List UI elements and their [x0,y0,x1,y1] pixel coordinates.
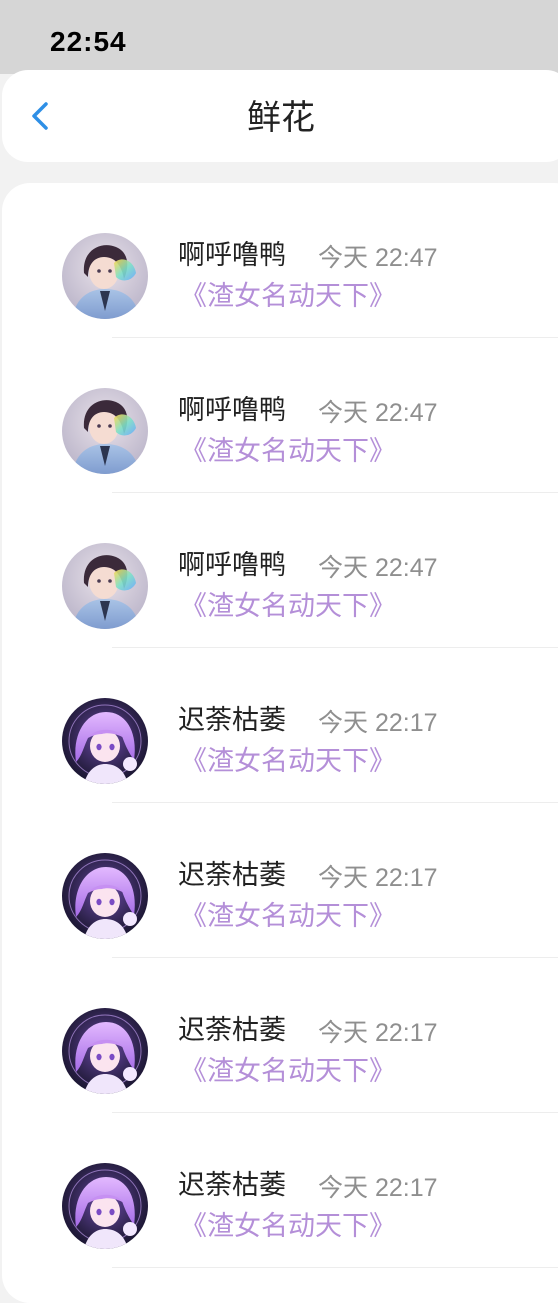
user-name[interactable]: 啊呼噜鸭 [178,395,286,427]
avatar[interactable] [62,1163,148,1249]
timestamp: 今天 22:47 [318,399,438,427]
user-name[interactable]: 迟荼枯萎 [178,860,286,892]
avatar[interactable] [62,233,148,319]
book-title-link[interactable]: 《渣女名动天下》 [180,591,396,623]
book-title-link[interactable]: 《渣女名动天下》 [180,1211,396,1243]
list-item[interactable]: 啊呼噜鸭 今天 22:47 《渣女名动天下》 [2,493,558,648]
list-item[interactable]: 啊呼噜鸭 今天 22:47 《渣女名动天下》 [2,183,558,338]
flower-gift-list: 啊呼噜鸭 今天 22:47 《渣女名动天下》 啊呼噜鸭 今天 22:47 《渣女名动天下… [2,183,558,1303]
user-name[interactable]: 啊呼噜鸭 [178,240,286,272]
avatar[interactable] [62,1008,148,1094]
timestamp: 今天 22:47 [318,244,438,272]
list-item[interactable]: 迟荼枯萎 今天 22:17 《渣女名动天下》 [2,803,558,958]
navigation-bar: 鲜花 [2,70,558,162]
timestamp: 今天 22:17 [318,1019,438,1047]
timestamp: 今天 22:17 [318,864,438,892]
avatar[interactable] [62,388,148,474]
list-item[interactable]: 迟荼枯萎 今天 22:17 《渣女名动天下》 [2,648,558,803]
book-title-link[interactable]: 《渣女名动天下》 [180,1056,396,1088]
list-item[interactable]: 迟荼枯萎 今天 22:17 《渣女名动天下》 [2,958,558,1113]
status-bar: 22:54 [0,0,558,74]
timestamp: 今天 22:17 [318,709,438,737]
book-title-link[interactable]: 《渣女名动天下》 [180,281,396,313]
user-name[interactable]: 迟荼枯萎 [178,1170,286,1202]
list-item[interactable]: 迟荼枯萎 今天 22:17 《渣女名动天下》 [2,1113,558,1268]
timestamp: 今天 22:17 [318,1174,438,1202]
list-item[interactable]: 啊呼噜鸭 今天 22:47 《渣女名动天下》 [2,338,558,493]
user-name[interactable]: 迟荼枯萎 [178,1015,286,1047]
book-title-link[interactable]: 《渣女名动天下》 [180,901,396,933]
status-time: 22:54 [50,26,127,57]
user-name[interactable]: 啊呼噜鸭 [178,550,286,582]
divider [112,1267,558,1268]
user-name[interactable]: 迟荼枯萎 [178,705,286,737]
avatar[interactable] [62,543,148,629]
timestamp: 今天 22:47 [318,554,438,582]
book-title-link[interactable]: 《渣女名动天下》 [180,436,396,468]
avatar[interactable] [62,853,148,939]
page-title: 鲜花 [247,98,315,138]
book-title-link[interactable]: 《渣女名动天下》 [180,746,396,778]
avatar[interactable] [62,698,148,784]
